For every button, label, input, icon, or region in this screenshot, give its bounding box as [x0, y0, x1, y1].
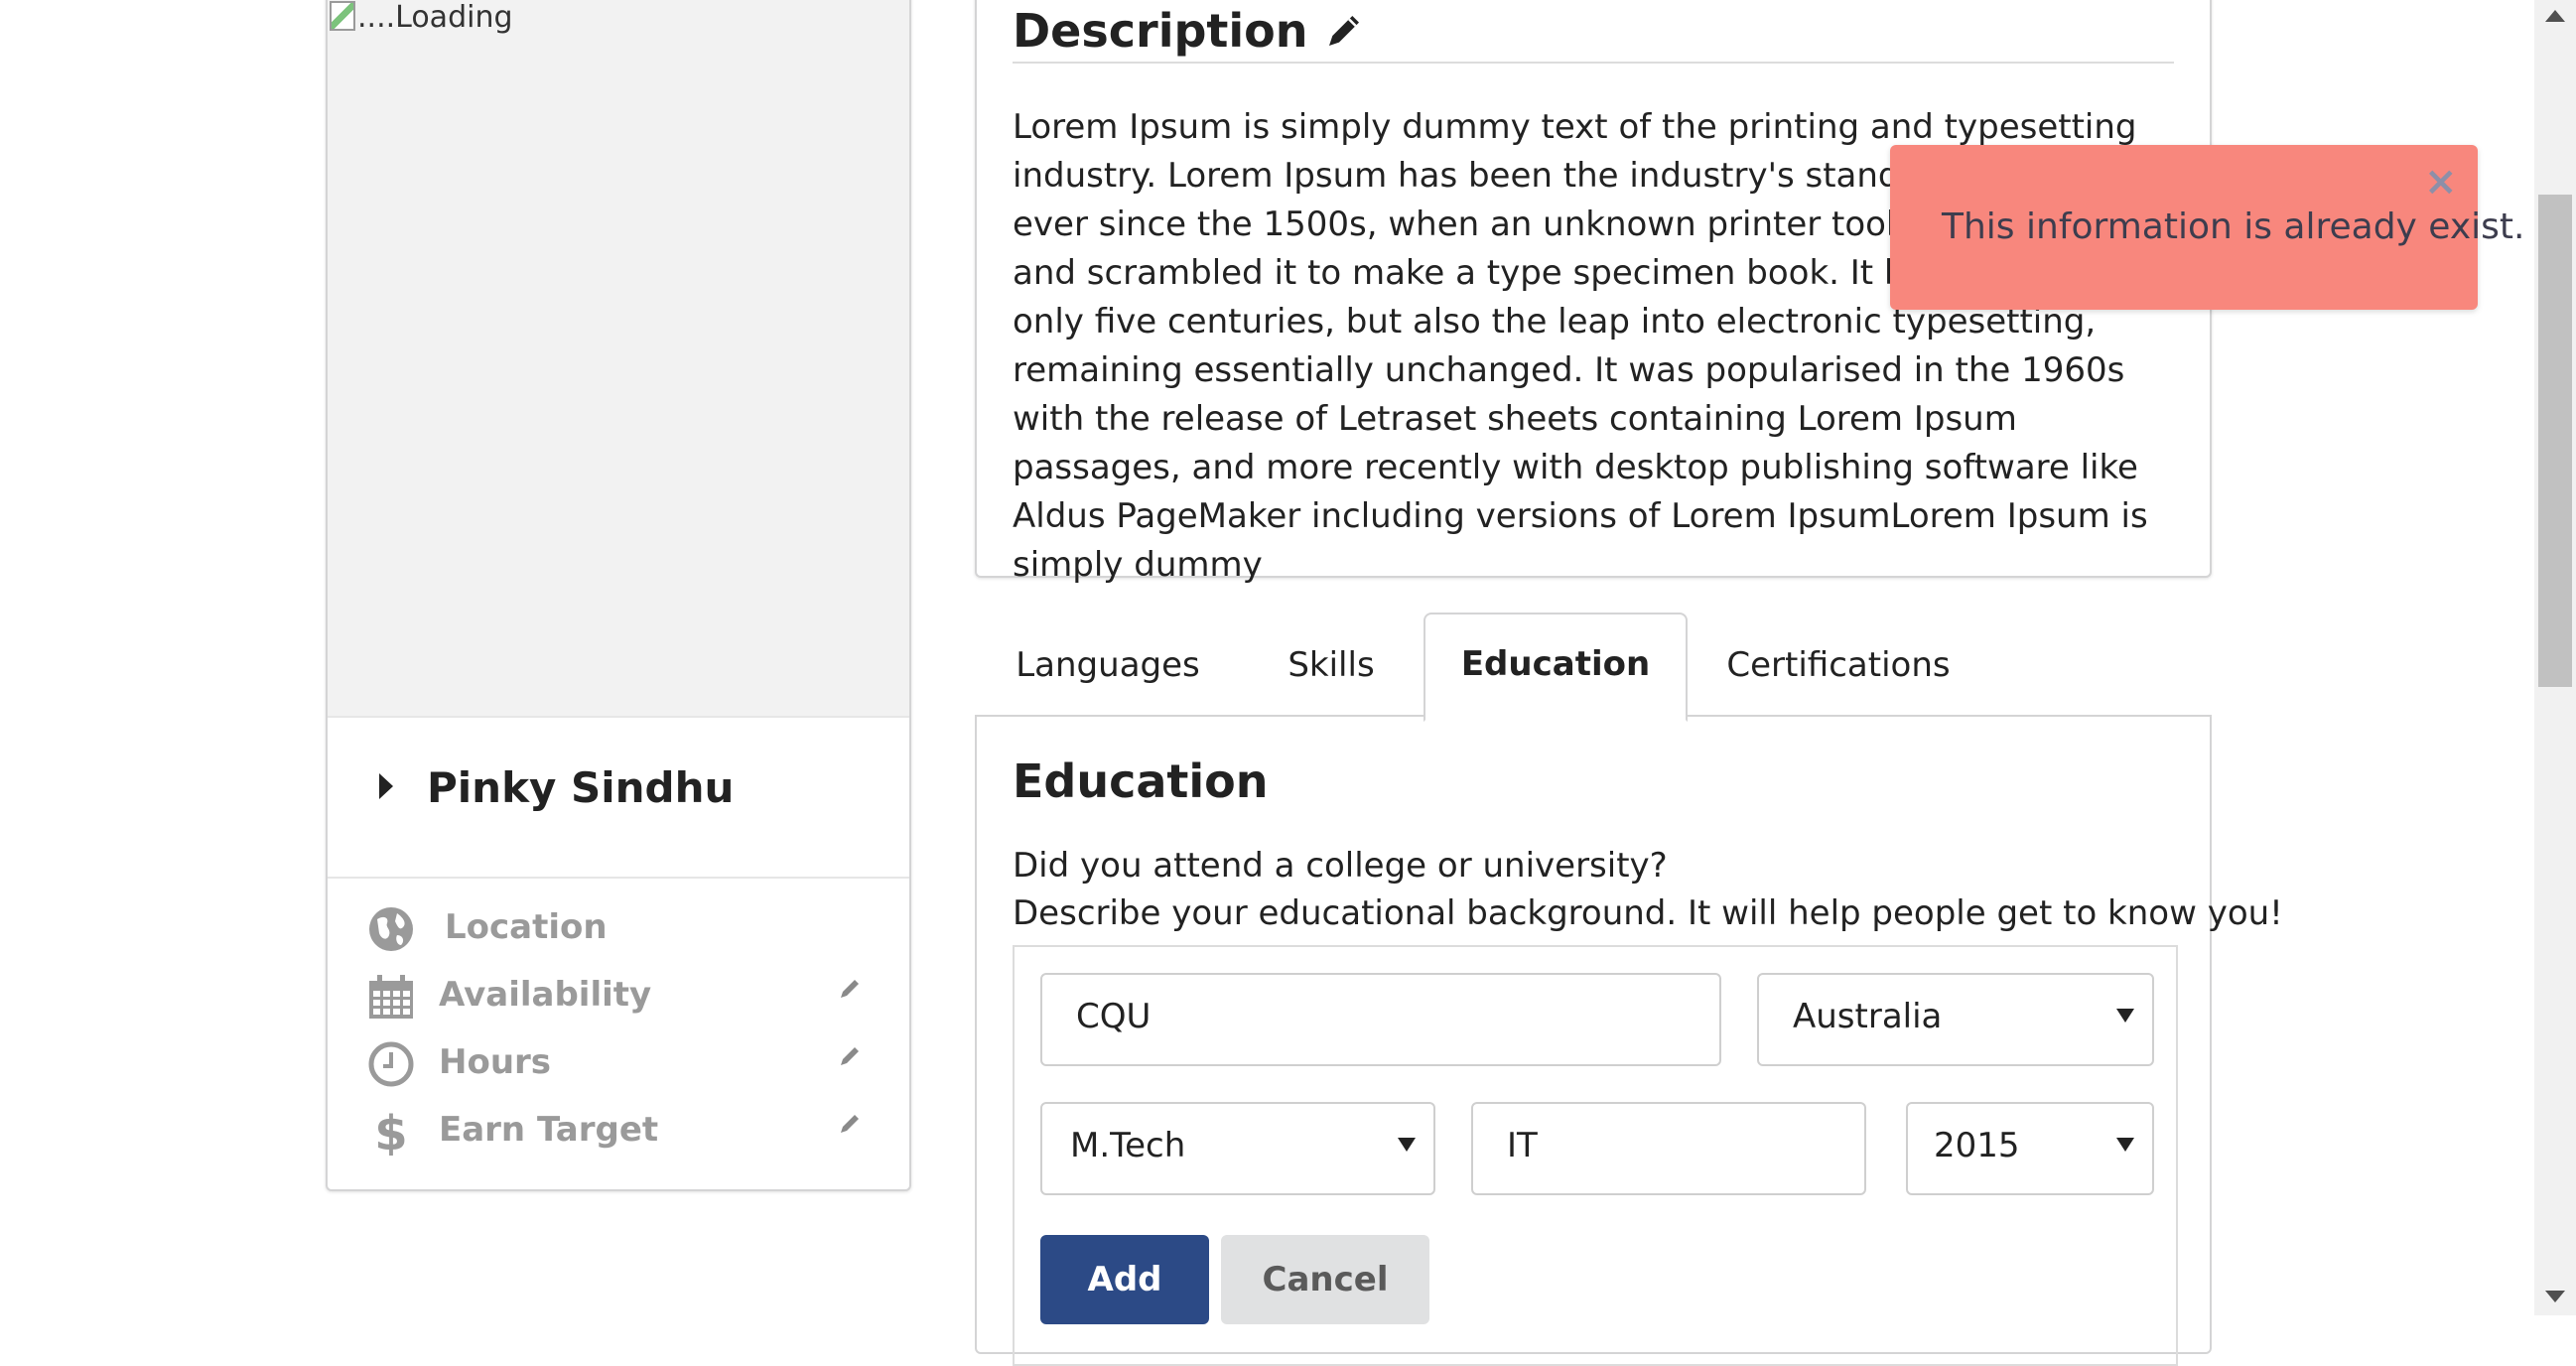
- profile-item-location: Location: [367, 901, 883, 957]
- profile-image-alt: ....Loading: [330, 0, 513, 35]
- description-divider: [1013, 62, 2174, 64]
- profile-image: ....Loading: [328, 0, 909, 718]
- caret-right-icon[interactable]: [379, 773, 393, 799]
- tab-skills[interactable]: Skills: [1239, 615, 1424, 715]
- broken-image-icon: [330, 1, 355, 31]
- scroll-up-arrow-icon[interactable]: [2545, 10, 2565, 22]
- globe-icon: [369, 907, 413, 951]
- education-question: Did you attend a college or university?: [1013, 846, 1668, 886]
- toast-message: This information is already exist.: [1942, 206, 2525, 247]
- add-button[interactable]: Add: [1040, 1235, 1209, 1324]
- profile-name: Pinky Sindhu: [427, 763, 735, 812]
- pencil-icon[interactable]: [838, 1044, 862, 1068]
- pencil-icon[interactable]: [1324, 11, 1364, 51]
- availability-label: Availability: [439, 975, 652, 1015]
- calendar-icon: [369, 975, 413, 1019]
- location-label: Location: [445, 907, 608, 947]
- tab-education[interactable]: Education: [1424, 613, 1688, 722]
- education-card: Education Did you attend a college or un…: [975, 715, 2283, 1366]
- education-title: Education: [1013, 754, 1269, 808]
- profile-item-hours: Hours: [367, 1036, 883, 1092]
- year-select[interactable]: 2015: [1906, 1102, 2154, 1195]
- education-instructions: Describe your educational background. It…: [1013, 893, 2283, 933]
- svg-text:$: $: [374, 1108, 407, 1156]
- profile-item-earn-target: $ Earn Target: [367, 1104, 883, 1160]
- tab-languages[interactable]: Languages: [999, 615, 1217, 715]
- scroll-down-arrow-icon[interactable]: [2545, 1291, 2565, 1302]
- pencil-icon[interactable]: [838, 977, 862, 1001]
- dropdown-arrow-icon: [2116, 1138, 2134, 1152]
- university-input[interactable]: CQU: [1040, 973, 1721, 1066]
- hours-label: Hours: [439, 1042, 552, 1082]
- dropdown-arrow-icon: [1398, 1138, 1416, 1152]
- scrollbar[interactable]: [2534, 0, 2576, 1315]
- earn-target-label: Earn Target: [439, 1110, 659, 1150]
- dollar-icon: $: [374, 1108, 407, 1156]
- close-icon[interactable]: ×: [2424, 159, 2458, 205]
- cancel-button[interactable]: Cancel: [1221, 1235, 1429, 1324]
- clock-icon: [368, 1041, 414, 1087]
- description-title: Description: [1013, 4, 1364, 58]
- error-toast: × This information is already exist.: [1890, 145, 2524, 310]
- scrollbar-thumb[interactable]: [2538, 195, 2572, 687]
- dropdown-arrow-icon: [2116, 1009, 2134, 1023]
- profile-card: ....Loading Pinky Sindhu Location Availa…: [326, 0, 911, 1191]
- profile-item-availability: Availability: [367, 969, 883, 1024]
- subject-input[interactable]: IT: [1471, 1102, 1866, 1195]
- education-form: CQU Australia M.Tech IT 2015 Add Cancel: [1013, 945, 2178, 1366]
- tab-certifications[interactable]: Certifications: [1715, 615, 1962, 715]
- pencil-icon[interactable]: [838, 1112, 862, 1136]
- profile-name-row[interactable]: Pinky Sindhu: [328, 718, 909, 879]
- country-select[interactable]: Australia: [1757, 973, 2154, 1066]
- degree-select[interactable]: M.Tech: [1040, 1102, 1435, 1195]
